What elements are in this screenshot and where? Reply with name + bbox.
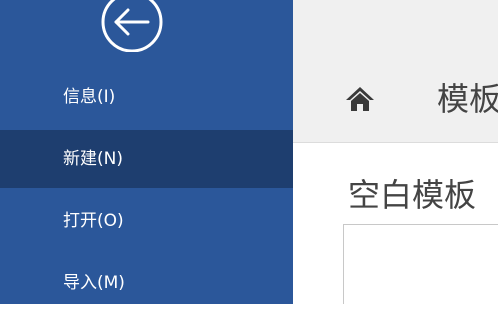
sidebar-item-label: 新建(N) [63,149,123,169]
section-title: 空白模板 [348,176,477,214]
arrow-left-circle-icon [101,0,163,52]
sidebar-item-open[interactable]: 打开(O) [0,192,293,250]
sidebar-item-info[interactable]: 信息(I) [0,68,293,126]
sidebar-item-import[interactable]: 导入(M) [0,254,293,312]
sidebar-item-label: 导入(M) [63,273,125,293]
back-button[interactable] [86,0,178,52]
sidebar-item-label: 信息(I) [63,87,116,107]
breadcrumb-bar: 模板 [293,0,498,143]
main-panel: 模板 空白模板 [293,0,498,304]
sidebar-item-label: 打开(O) [63,211,124,231]
blank-template-tile[interactable] [343,224,498,304]
breadcrumb-title: 模板 [437,80,498,118]
backstage-sidebar: 信息(I) 新建(N) 打开(O) 导入(M) [0,0,293,304]
sidebar-item-new[interactable]: 新建(N) [0,130,293,188]
home-icon[interactable] [345,85,375,113]
